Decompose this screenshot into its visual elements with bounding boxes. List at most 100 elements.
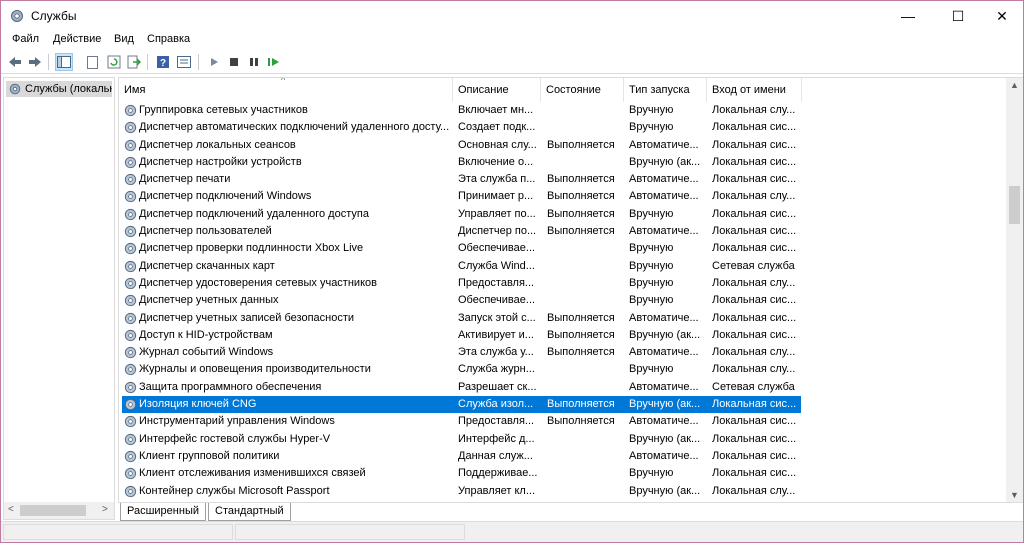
service-description: Обеспечивае... — [458, 242, 536, 255]
column-header-log-on-as[interactable]: Вход от имени — [707, 78, 802, 102]
column-header-status[interactable]: Состояние — [541, 78, 624, 102]
menu-view[interactable]: Вид — [114, 33, 134, 45]
service-status: Выполняется — [547, 207, 615, 220]
service-row[interactable]: Изоляция ключей CNG Служба изол... Выполня… — [119, 396, 1007, 414]
service-description: Служба изол... — [458, 398, 534, 411]
stop-icon[interactable] — [225, 53, 243, 71]
service-log-on-as: Локальная сис... — [712, 328, 797, 341]
export-list-icon[interactable] — [125, 53, 143, 71]
service-startup-type: Автоматиче... — [629, 380, 699, 393]
service-startup-type: Вручную — [629, 363, 674, 376]
properties-icon[interactable] — [83, 53, 101, 71]
pause-icon[interactable] — [245, 53, 263, 71]
service-log-on-as: Сетевая служба — [712, 259, 795, 272]
service-status: Выполняется — [547, 190, 615, 203]
column-header-description[interactable]: Описание — [453, 78, 541, 102]
service-row[interactable]: Диспетчер проверки подлинности Xbox Live… — [119, 240, 1007, 257]
service-row[interactable]: Диспетчер скачанных карт Служба Wind... Вр… — [119, 258, 1007, 275]
back-icon[interactable] — [6, 53, 24, 71]
service-name: Интерфейс гостевой службы Hyper-V — [139, 432, 331, 445]
service-startup-type: Автоматиче... — [629, 311, 699, 324]
svg-text:?: ? — [160, 58, 166, 69]
service-row[interactable]: Защита программного обеспечения Разрешает… — [119, 379, 1007, 396]
service-row[interactable]: Диспетчер печати Эта служба п... Выполняет… — [119, 171, 1007, 188]
service-status: Выполняется — [547, 225, 615, 238]
service-startup-type: Вручную — [629, 207, 674, 220]
service-row[interactable]: Диспетчер учетных записей безопасности За… — [119, 310, 1007, 327]
service-row[interactable]: Диспетчер учетных данных Обеспечивае... Вр… — [119, 292, 1007, 309]
gear-icon — [124, 381, 137, 393]
scrollbar-thumb[interactable] — [1009, 186, 1020, 224]
service-row[interactable]: Диспетчер настройки устройств Включение о… — [119, 154, 1007, 171]
gear-icon — [124, 208, 137, 220]
tree-item-services-local[interactable]: Службы (локальные) — [6, 81, 112, 97]
gear-icon — [124, 416, 137, 428]
gear-icon — [9, 83, 21, 95]
service-name: Диспетчер подключений Windows — [139, 190, 312, 203]
service-description: Эта служба п... — [458, 173, 536, 186]
gear-icon — [124, 104, 137, 117]
service-row[interactable]: Клиент групповой политики Данная служ... А… — [119, 448, 1007, 465]
service-description: Служба журн... — [458, 363, 535, 376]
service-description: Принимает р... — [458, 190, 534, 203]
menu-file[interactable]: Файл — [12, 33, 39, 45]
view-icon[interactable] — [175, 53, 193, 71]
service-row[interactable]: Группировка сетевых участников Включает м… — [119, 102, 1007, 119]
maximize-button[interactable]: ☐ — [935, 1, 981, 31]
service-name: Контейнер службы Microsoft Passport — [139, 484, 330, 497]
column-header-name[interactable]: Имя ^ — [119, 78, 453, 102]
service-log-on-as: Локальная сис... — [712, 242, 797, 255]
gear-icon — [124, 225, 137, 238]
scroll-right-icon[interactable]: > — [102, 504, 108, 515]
restart-icon[interactable] — [265, 53, 283, 71]
service-row[interactable]: Диспетчер удостоверения сетевых участник… — [119, 275, 1007, 292]
service-row[interactable]: Диспетчер автоматических подключений уда… — [119, 119, 1007, 136]
service-row[interactable]: Доступ к HID-устройствам Активирует и... В… — [119, 327, 1007, 344]
service-row[interactable]: Диспетчер подключений Windows Принимает р… — [119, 188, 1007, 205]
close-button[interactable]: ✕ — [979, 1, 1023, 31]
service-description: Разрешает ск... — [458, 380, 537, 393]
service-name: Журналы и оповещения производительности — [139, 363, 371, 376]
scroll-up-icon[interactable]: ▲ — [1010, 80, 1019, 90]
column-header-startup-type[interactable]: Тип запуска — [624, 78, 707, 102]
refresh-icon[interactable] — [105, 53, 123, 71]
service-row[interactable]: Диспетчер пользователей Диспетчер по... Вы… — [119, 223, 1007, 240]
service-log-on-as: Локальная сис... — [712, 155, 797, 168]
title-bar[interactable]: Службы — ☐ ✕ — [1, 1, 1023, 31]
service-startup-type: Вручную — [629, 259, 674, 272]
help-icon[interactable]: ? — [154, 53, 172, 71]
vertical-scrollbar[interactable]: ▲ ▼ — [1006, 78, 1023, 502]
tab-extended[interactable]: Расширенный — [120, 503, 206, 521]
service-log-on-as: Сетевая служба — [712, 380, 795, 393]
service-name: Диспетчер пользователей — [139, 225, 272, 238]
forward-icon[interactable] — [26, 53, 44, 71]
service-row[interactable]: Инструментарий управления Windows Предост… — [119, 413, 1007, 430]
service-name: Диспетчер настройки устройств — [139, 155, 302, 168]
minimize-button[interactable]: — — [885, 1, 931, 31]
service-name: Диспетчер учетных записей безопасности — [139, 311, 355, 324]
horizontal-scrollbar[interactable]: < > — [4, 502, 114, 519]
gear-icon — [124, 450, 137, 463]
start-icon[interactable] — [205, 53, 223, 71]
scroll-left-icon[interactable]: < — [8, 504, 14, 515]
service-startup-type: Вручную — [629, 276, 674, 289]
gear-icon — [11, 10, 23, 22]
service-startup-type: Вручную (ак... — [629, 398, 701, 411]
service-row[interactable]: Контейнер службы Microsoft Passport Управ… — [119, 483, 1007, 500]
service-name: Диспетчер удостоверения сетевых участник… — [139, 276, 377, 289]
service-description: Управляет кл... — [458, 484, 536, 497]
scrollbar-thumb[interactable] — [20, 505, 86, 516]
service-row[interactable]: Клиент отслеживания изменившихся связей П… — [119, 465, 1007, 482]
service-row[interactable]: Интерфейс гостевой службы Hyper-V Интерфе… — [119, 431, 1007, 448]
menu-action[interactable]: Действие — [53, 33, 101, 45]
service-log-on-as: Локальная сис... — [712, 467, 797, 480]
console-tree-icon[interactable] — [55, 53, 73, 71]
service-description: Служба Wind... — [458, 259, 535, 272]
scroll-down-icon[interactable]: ▼ — [1010, 490, 1019, 500]
service-row[interactable]: Диспетчер подключений удаленного доступа… — [119, 206, 1007, 223]
tab-standard[interactable]: Стандартный — [208, 503, 291, 521]
service-row[interactable]: Диспетчер локальных сеансов Основная слу.… — [119, 137, 1007, 154]
service-row[interactable]: Журнал событий Windows Эта служба у... Вып… — [119, 344, 1007, 361]
menu-help[interactable]: Справка — [147, 33, 190, 45]
service-row[interactable]: Журналы и оповещения производительности С… — [119, 361, 1007, 378]
